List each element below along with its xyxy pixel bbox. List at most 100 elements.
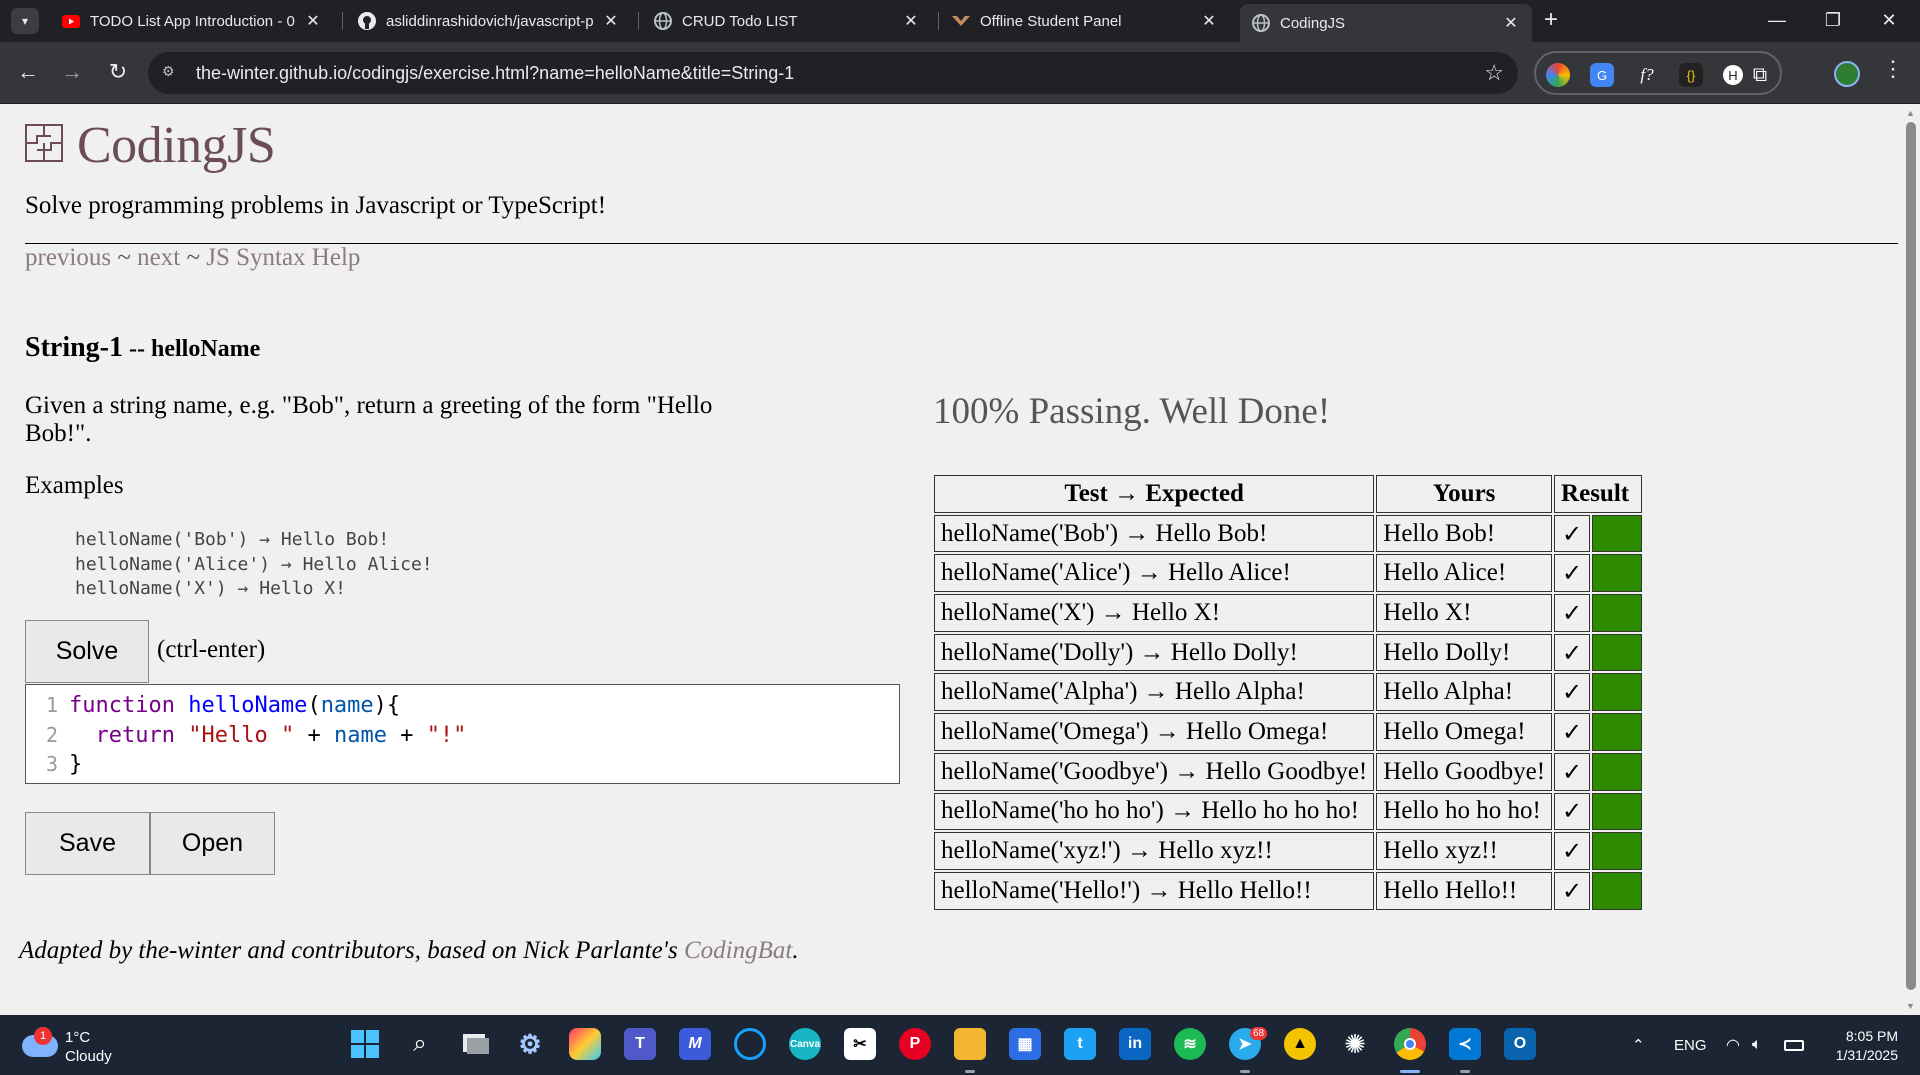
color-picker-icon[interactable]	[1546, 63, 1570, 87]
codingbat-link[interactable]: CodingBat	[684, 937, 792, 964]
table-row: helloName('Omega') → Hello Omega! Hello O…	[934, 713, 1643, 751]
math-icon[interactable]: M	[679, 1028, 711, 1060]
running-indicator	[1460, 1070, 1470, 1073]
store-icon[interactable]: ▦	[1009, 1028, 1041, 1060]
weather-widget[interactable]: 1 1°C Cloudy	[22, 1025, 162, 1067]
site-info-icon[interactable]: ⚙	[162, 63, 182, 83]
line-number: 3	[45, 752, 58, 776]
close-icon[interactable]: ✕	[1502, 13, 1520, 33]
check-icon: ✓	[1554, 792, 1591, 831]
puzzle-icon[interactable]: ⧉	[1748, 63, 1772, 87]
back-icon[interactable]: ←	[14, 58, 42, 86]
notification-badge: 1	[34, 1027, 52, 1045]
pass-swatch	[1592, 673, 1643, 712]
formula-icon[interactable]: f?	[1635, 63, 1659, 87]
search-icon[interactable]: ⌕	[404, 1028, 436, 1060]
scroll-up-icon[interactable]: ▲	[1906, 108, 1915, 118]
open-button[interactable]: Open	[150, 812, 275, 875]
close-icon[interactable]: ✕	[602, 11, 620, 31]
battery-icon[interactable]	[1784, 1015, 1804, 1075]
tab-github[interactable]: asliddinrashidovich/javascript-p ✕	[346, 4, 632, 38]
pass-swatch	[1592, 871, 1643, 910]
code-editor[interactable]: 1 2 3 function helloName(name){ return "…	[25, 684, 900, 784]
pass-swatch	[1592, 514, 1643, 553]
vscode-icon[interactable]: ≺	[1449, 1028, 1481, 1060]
test-cell: helloName('Dolly') → Hello Dolly!	[934, 633, 1375, 672]
wifi-icon[interactable]: ◠	[1726, 1015, 1740, 1075]
tab-search-icon[interactable]: ▾	[11, 8, 39, 34]
user-icon[interactable]: H	[1723, 65, 1743, 85]
title-separator: --	[123, 336, 151, 362]
header-test-expected: Test → Expected	[934, 475, 1375, 513]
translate-icon[interactable]: G	[1590, 63, 1614, 87]
address-bar[interactable]: ⚙ the-winter.github.io/codingjs/exercise…	[148, 52, 1518, 94]
file-explorer-icon[interactable]	[954, 1028, 986, 1060]
close-icon[interactable]: ✕	[304, 11, 322, 31]
next-link[interactable]: next	[137, 244, 180, 271]
tab-crud-todo[interactable]: CRUD Todo LIST ✕	[642, 4, 932, 38]
warning-app-icon[interactable]: ▲	[1284, 1028, 1316, 1060]
clock-date: 1/31/2025	[1835, 1047, 1898, 1063]
teams-icon[interactable]: T	[624, 1028, 656, 1060]
table-row: helloName('Hello!') → Hello Hello!! Hello…	[934, 871, 1643, 910]
outlook-icon[interactable]: O	[1504, 1028, 1536, 1060]
tab-todo-video[interactable]: TODO List App Introduction - 0 ✕	[50, 4, 334, 38]
test-cell: helloName('Goodbye') → Hello Goodbye!	[934, 752, 1375, 791]
scroll-down-icon[interactable]: ▼	[1906, 1001, 1915, 1011]
table-row: helloName('X') → Hello X! Hello X! ✓	[934, 594, 1643, 632]
minimize-icon[interactable]: —	[1749, 4, 1805, 36]
profile-avatar[interactable]	[1834, 61, 1860, 87]
tray-overflow-icon[interactable]: ⌃	[1632, 1015, 1645, 1075]
chatgpt-icon[interactable]: ✺	[1339, 1028, 1371, 1060]
code-text[interactable]: function helloName(name){ return "Hello …	[69, 691, 466, 780]
yours-cell: Hello Alpha!	[1376, 673, 1553, 712]
url-text[interactable]: the-winter.github.io/codingjs/exercise.h…	[196, 63, 794, 84]
system-clock[interactable]: 8:05 PM 1/31/2025	[1818, 1027, 1898, 1065]
restore-icon[interactable]: ❐	[1805, 4, 1861, 36]
scrollbar-thumb[interactable]	[1906, 122, 1916, 990]
pinterest-icon[interactable]: P	[899, 1028, 931, 1060]
tab-codingjs[interactable]: CodingJS ✕	[1240, 4, 1532, 42]
tab-divider	[342, 12, 343, 30]
capcut-icon[interactable]: ✂	[844, 1028, 876, 1060]
brand-title: CodingJS	[77, 117, 276, 174]
chrome-icon[interactable]	[1394, 1028, 1426, 1060]
tab-title: Offline Student Panel	[980, 12, 1122, 30]
test-cell: helloName('Omega') → Hello Omega!	[934, 713, 1375, 751]
close-icon[interactable]: ✕	[1200, 11, 1218, 31]
forward-icon[interactable]: →	[58, 58, 86, 86]
code-line: }	[69, 752, 83, 777]
windows-start-icon[interactable]	[349, 1028, 381, 1060]
task-view-icon[interactable]	[459, 1028, 491, 1060]
window-close-icon[interactable]: ✕	[1861, 4, 1917, 36]
json-icon[interactable]: {}	[1679, 63, 1703, 87]
reload-icon[interactable]: ↻	[104, 58, 132, 86]
save-button[interactable]: Save	[25, 812, 150, 875]
examples-block: helloName('Bob') → Hello Bob! helloName('…	[75, 528, 433, 602]
table-row: helloName('ho ho ho') → Hello ho ho ho! H…	[934, 792, 1643, 831]
new-tab-icon[interactable]: +	[1544, 6, 1558, 34]
volume-icon[interactable]: 🔈︎	[1752, 1015, 1762, 1075]
solve-button[interactable]: Solve	[25, 620, 149, 683]
tab-student-panel[interactable]: Offline Student Panel ✕	[940, 4, 1230, 38]
tab-divider	[638, 12, 639, 30]
table-header-row: Test → Expected Yours Result	[934, 475, 1643, 513]
bookmark-star-icon[interactable]: ☆	[1484, 60, 1504, 86]
test-cell: helloName('Alpha') → Hello Alpha!	[934, 673, 1375, 712]
weather-temp: 1°C	[65, 1029, 91, 1046]
page-scrollbar[interactable]: ▲ ▼	[1902, 104, 1920, 1015]
menu-kebab-icon[interactable]: ⋮	[1882, 56, 1904, 82]
yours-cell: Hello ho ho ho!	[1376, 792, 1553, 831]
copilot-icon[interactable]	[569, 1028, 601, 1060]
linkedin-icon[interactable]: in	[1119, 1028, 1151, 1060]
close-icon[interactable]: ✕	[902, 11, 920, 31]
previous-link[interactable]: previous	[25, 244, 111, 271]
spotify-icon[interactable]: ≋	[1174, 1028, 1206, 1060]
language-indicator[interactable]: ENG	[1674, 1015, 1707, 1075]
twitter-icon[interactable]: t	[1064, 1028, 1096, 1060]
canva-icon[interactable]: Canva	[789, 1028, 821, 1060]
js-syntax-help-link[interactable]: JS Syntax Help	[206, 244, 360, 271]
cortana-icon[interactable]	[734, 1028, 766, 1060]
settings-gear-icon[interactable]: ⚙	[514, 1028, 546, 1060]
table-row: helloName('Goodbye') → Hello Goodbye! Hel…	[934, 752, 1643, 791]
